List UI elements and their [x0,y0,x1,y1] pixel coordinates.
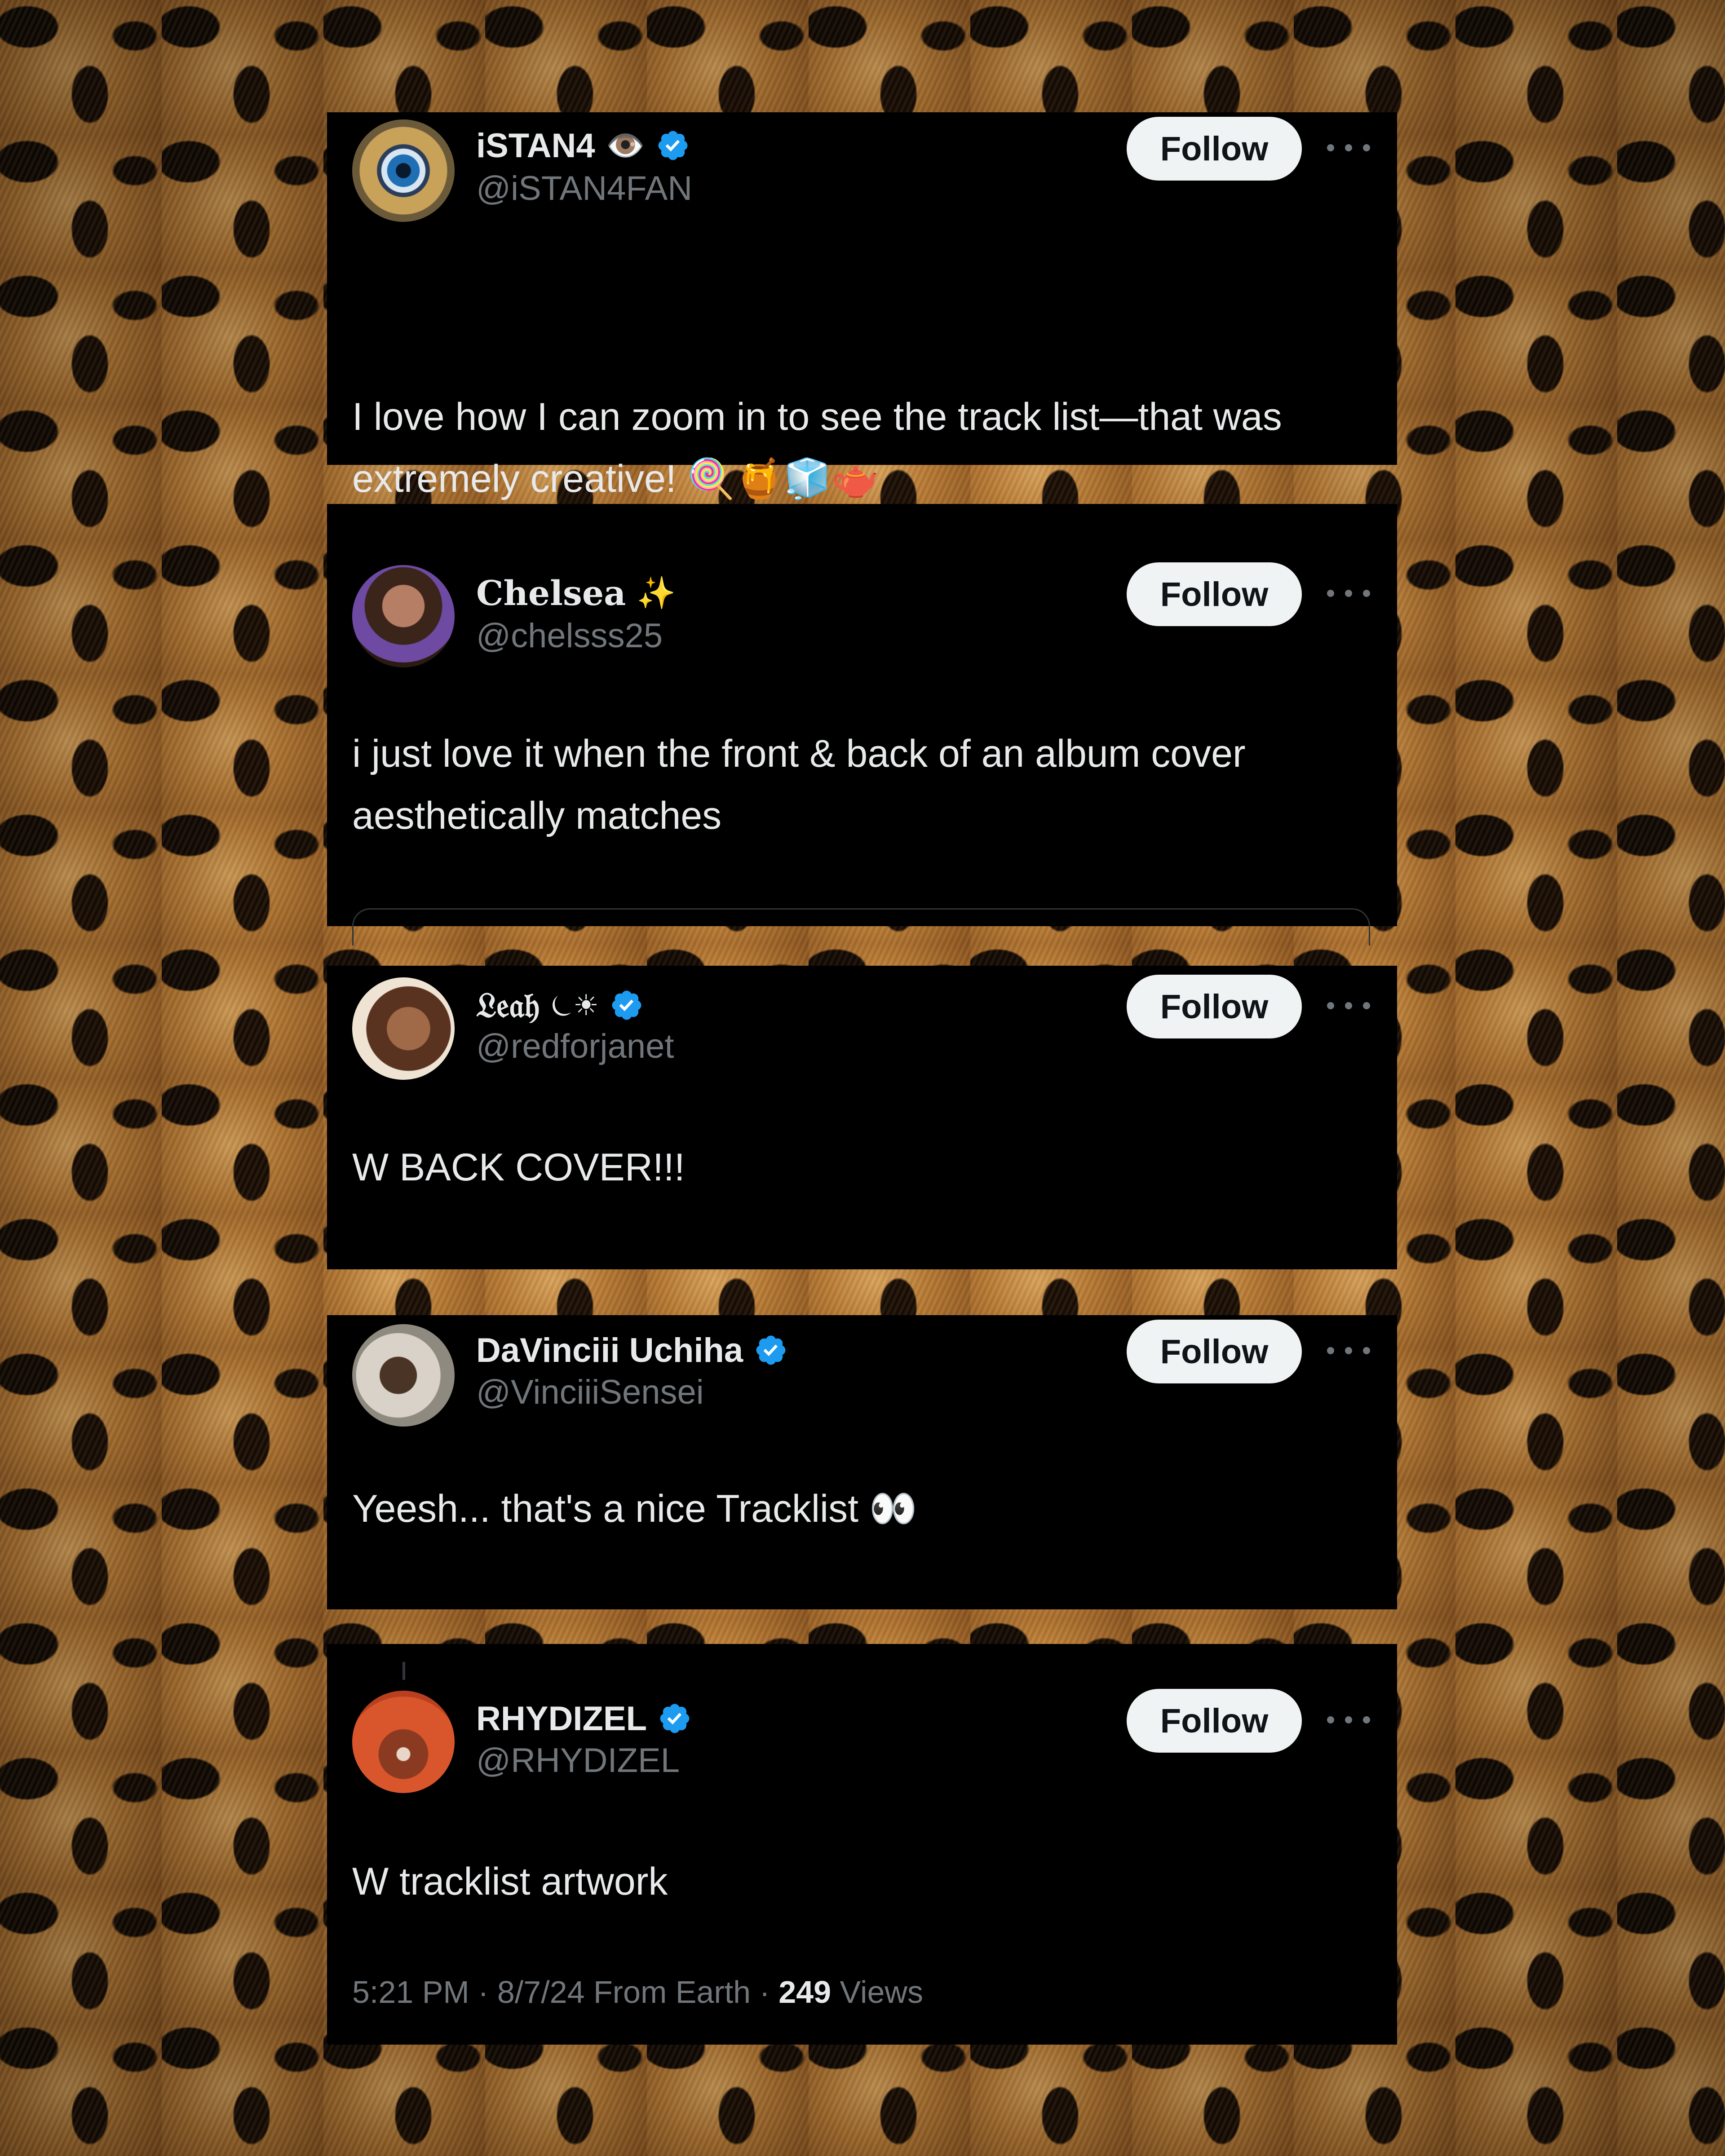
verified-badge-icon [612,990,641,1020]
avatar[interactable] [352,565,455,667]
post-card: 𝔏𝔢𝔞𝔥 ⏾☀ @redforjanet Follow W BACK COVER… [327,966,1397,1269]
more-options-icon[interactable] [1327,1335,1370,1366]
eye-emoji-icon: 👁️ [606,128,645,163]
follow-button[interactable]: Follow [1127,1689,1302,1753]
follow-button[interactable]: Follow [1127,117,1302,181]
thread-connector-line [402,1662,405,1680]
avatar[interactable] [352,119,455,222]
follow-button[interactable]: Follow [1127,1320,1302,1383]
user-handle[interactable]: @chelsss25 [476,616,663,655]
display-name: 𝔏𝔢𝔞𝔥 [476,985,540,1025]
user-handle[interactable]: @iSTAN4FAN [476,169,692,208]
verified-badge-icon [658,131,688,160]
avatar[interactable] [352,1324,455,1427]
more-options-icon[interactable] [1327,578,1370,609]
follow-button[interactable]: Follow [1127,975,1302,1038]
avatar[interactable] [352,1691,455,1793]
display-name: DaVinciii Uchiha [476,1331,743,1370]
follow-button[interactable]: Follow [1127,562,1302,626]
display-name: Chelsea [476,573,626,613]
verified-badge-icon [660,1704,690,1733]
more-options-icon[interactable] [1327,990,1370,1021]
more-options-icon[interactable] [1327,132,1370,163]
views-label: Views [831,1975,923,2010]
post-card: RHYDIZEL @RHYDIZEL Follow W tracklist ar… [327,1644,1397,2045]
user-handle[interactable]: @redforjanet [476,1027,674,1066]
user-handle[interactable]: @RHYDIZEL [476,1741,680,1780]
post-card: DaVinciii Uchiha @VinciiiSensei Follow Y… [327,1315,1397,1609]
avatar[interactable] [352,977,455,1080]
post-meta: 5:21 PM · 8/7/24 From Earth · 249 Views [352,1974,923,2010]
post-text: I love how I can zoom in to see the trac… [352,395,1282,500]
post-timestamp: 5:21 PM · 8/7/24 From Earth · [352,1975,779,2010]
quoted-media-border [352,908,1370,945]
post-card: Chelsea ✨ @chelsss25 Follow i just love … [327,504,1397,945]
display-name: RHYDIZEL [476,1699,647,1738]
sparkles-emoji-icon: ✨ [637,575,676,610]
verified-badge-icon [756,1335,786,1365]
moon-sun-emoji-icon: ⏾☀ [550,989,599,1021]
post-text: W tracklist artwork [352,1860,668,1903]
more-options-icon[interactable] [1327,1704,1370,1736]
view-count: 249 [778,1975,832,2010]
display-name: iSTAN4 [476,126,595,165]
post-text: W BACK COVER!!! [352,1146,685,1189]
user-handle[interactable]: @VinciiiSensei [476,1373,704,1412]
post-text: i just love it when the front & back of … [352,732,1246,837]
post-text: Yeesh... that's a nice Tracklist 👀 [352,1487,918,1530]
post-card: iSTAN4 👁️ @iSTAN4FAN Follow I love how I… [327,112,1397,500]
